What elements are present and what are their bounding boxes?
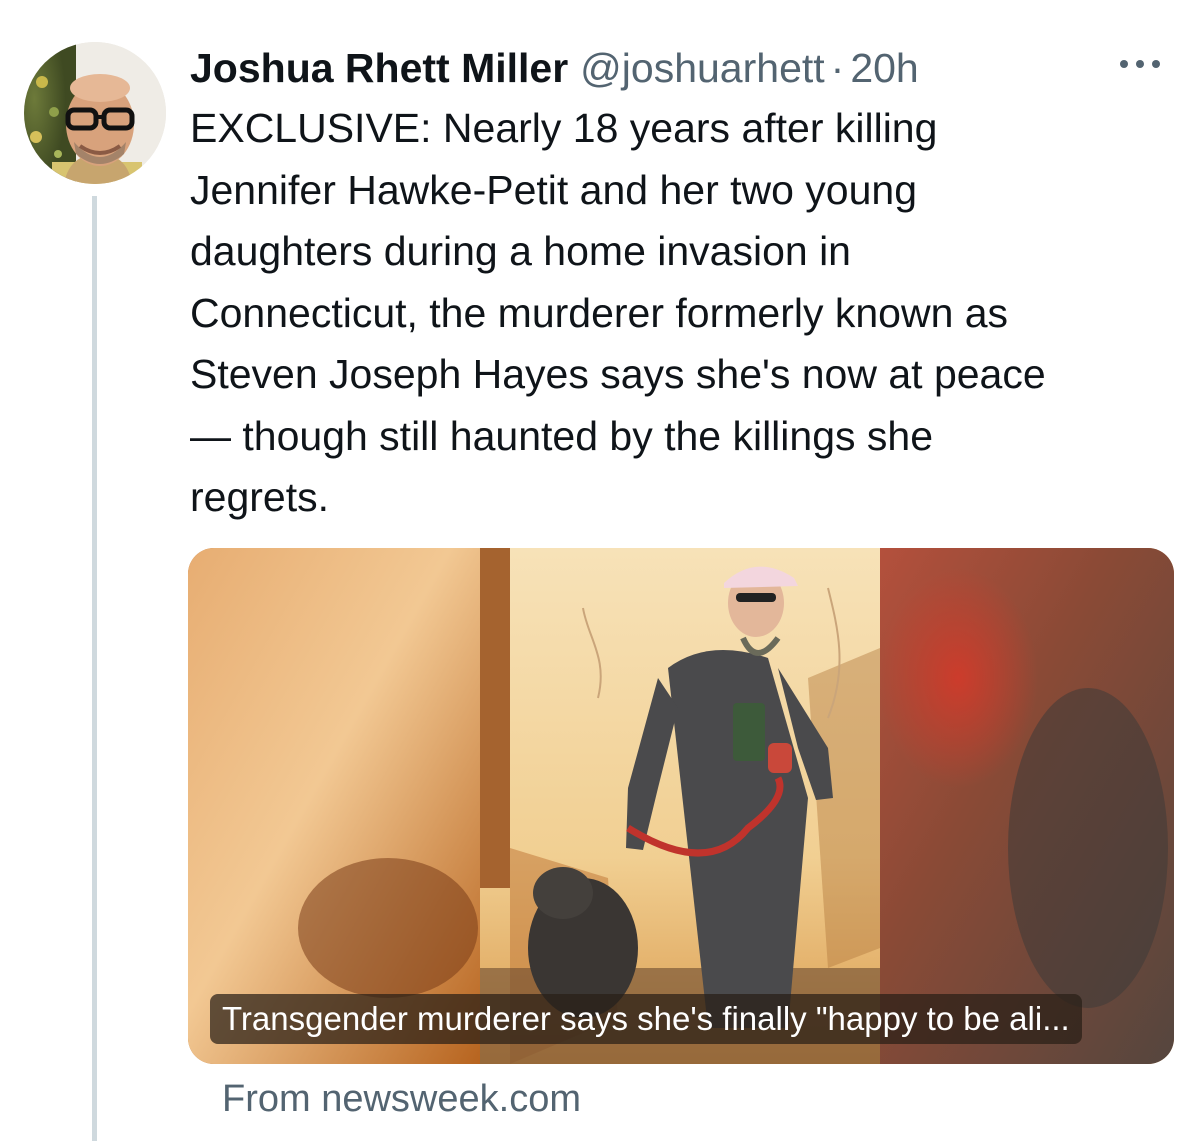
tweet[interactable]: Joshua Rhett Miller @joshuarhett · 20h E… (0, 0, 1200, 1141)
avatar[interactable] (24, 42, 166, 184)
author-display-name[interactable]: Joshua Rhett Miller (190, 45, 568, 92)
thread-line (92, 196, 97, 1141)
tweet-timestamp[interactable]: 20h (850, 45, 918, 92)
card-source-link[interactable]: From newsweek.com (222, 1078, 581, 1121)
more-options-icon[interactable] (1110, 44, 1170, 84)
tweet-text: EXCLUSIVE: Nearly 18 years after killing… (190, 105, 1046, 520)
separator-dot: · (830, 44, 845, 91)
author-handle[interactable]: @joshuarhett (580, 45, 824, 92)
tweet-header: Joshua Rhett Miller @joshuarhett · 20h (190, 38, 919, 98)
card-caption[interactable]: Transgender murderer says she's finally … (210, 994, 1082, 1044)
link-card-media[interactable] (188, 548, 1174, 1064)
